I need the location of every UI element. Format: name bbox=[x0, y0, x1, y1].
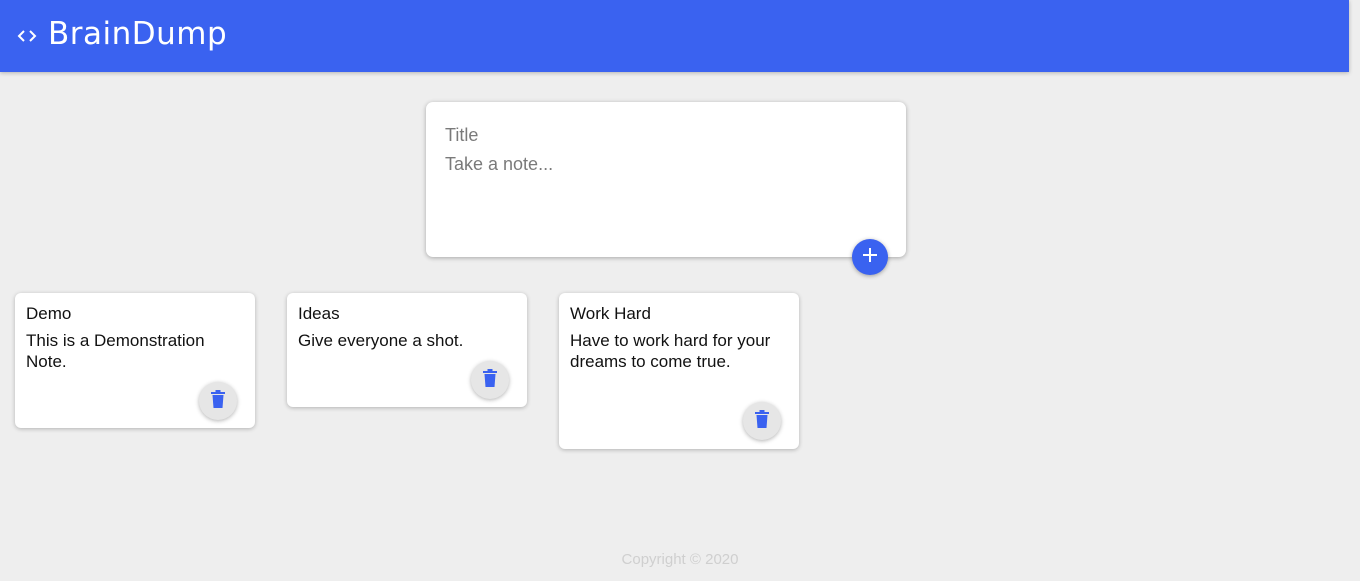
note-content: Give everyone a shot. bbox=[298, 331, 464, 350]
note-card: Work Hard Have to work hard for your dre… bbox=[559, 293, 799, 449]
note-title-input[interactable] bbox=[445, 123, 885, 147]
note-composer bbox=[426, 102, 906, 257]
add-note-button[interactable] bbox=[852, 239, 888, 275]
app-title: BrainDump bbox=[48, 16, 228, 52]
trash-icon bbox=[483, 368, 497, 392]
note-content-input[interactable] bbox=[445, 154, 885, 234]
plus-icon bbox=[862, 247, 878, 268]
note-content: Have to work hard for your dreams to com… bbox=[570, 331, 771, 371]
note-title: Ideas bbox=[298, 304, 340, 323]
app-header: BrainDump bbox=[0, 0, 1349, 72]
delete-note-button[interactable] bbox=[471, 361, 509, 399]
trash-icon bbox=[755, 409, 769, 433]
delete-note-button[interactable] bbox=[199, 382, 237, 420]
note-card: Ideas Give everyone a shot. bbox=[287, 293, 527, 407]
footer-copyright: Copyright © 2020 bbox=[621, 551, 739, 568]
note-card: Demo This is a Demonstration Note. bbox=[15, 293, 255, 428]
delete-note-button[interactable] bbox=[743, 402, 781, 440]
note-title: Work Hard bbox=[570, 304, 651, 323]
note-content: This is a Demonstration Note. bbox=[26, 331, 205, 371]
trash-icon bbox=[211, 389, 225, 413]
code-icon bbox=[17, 26, 37, 46]
note-title: Demo bbox=[26, 304, 72, 323]
